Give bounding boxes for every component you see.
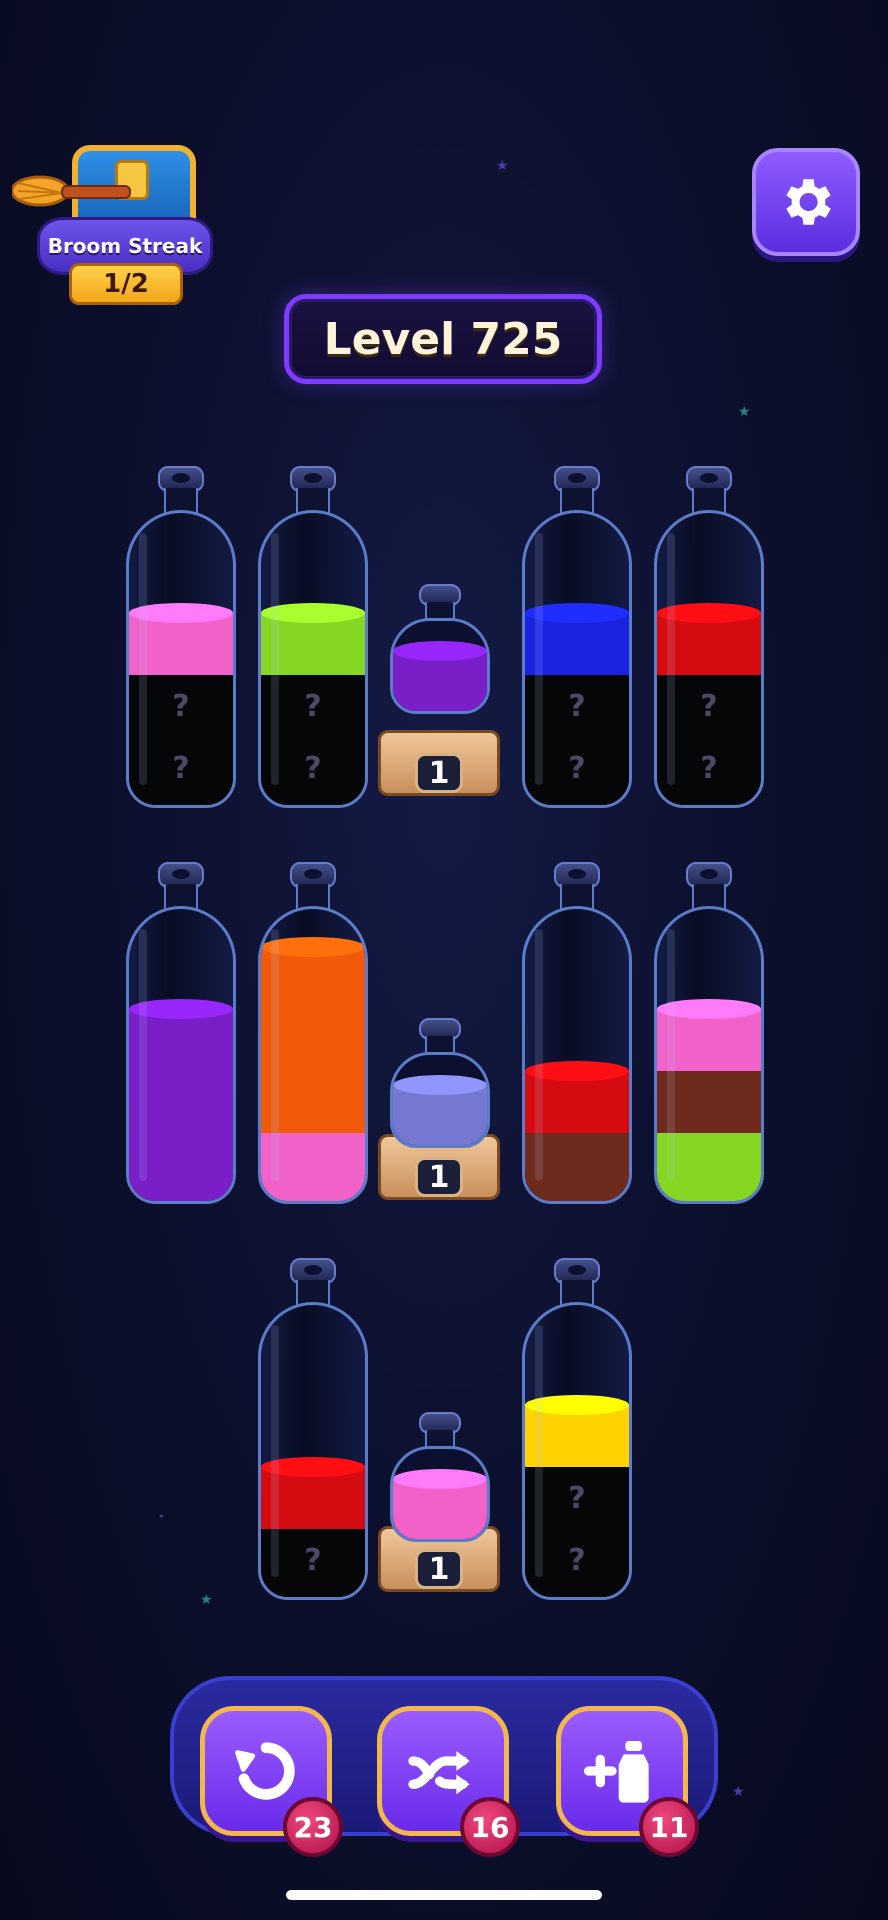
hidden-layer: ? <box>129 675 233 737</box>
bottle-glass: ?? <box>126 510 236 808</box>
hidden-layer: ? <box>261 675 365 737</box>
locked-pedestal: 1 <box>378 730 500 796</box>
liquid-layer-brown <box>657 1071 761 1133</box>
level-banner: Level 725 <box>284 294 602 384</box>
hidden-layer: ? <box>129 737 233 799</box>
hidden-layer: ? <box>525 675 629 737</box>
liquid-layer-purple <box>129 1009 233 1071</box>
liquid-layer-yellow <box>525 1405 629 1467</box>
streak-count: 1/2 <box>69 263 183 305</box>
liquid-layer-red <box>525 1071 629 1133</box>
bottle[interactable]: ?? <box>522 1258 632 1600</box>
bottle[interactable] <box>654 862 764 1204</box>
liquid-layer-periwinkle <box>393 1085 487 1145</box>
undo-icon <box>235 1742 295 1800</box>
bottle[interactable]: ?? <box>654 466 764 808</box>
bottle-glass <box>126 906 236 1204</box>
liquid-layer-green <box>261 613 365 675</box>
pedestal-number: 1 <box>415 753 463 793</box>
add-bottle-count-badge: 11 <box>639 1797 699 1857</box>
bottle[interactable]: ?? <box>258 466 368 808</box>
liquid-layer-green <box>657 1133 761 1195</box>
liquid-layer-orange <box>261 1009 365 1071</box>
hidden-layer: ? <box>261 1529 365 1591</box>
bottle-glass: ?? <box>258 510 368 808</box>
bottle[interactable]: ?? <box>522 466 632 808</box>
star-decoration: ✦ <box>158 1512 165 1521</box>
liquid-layer-purple <box>393 651 487 711</box>
small-jar[interactable] <box>384 1412 494 1542</box>
bottle-glass: ?? <box>522 510 632 808</box>
broom-icon <box>12 175 131 207</box>
hidden-layer: ? <box>525 737 629 799</box>
liquid-layer-purple <box>129 1133 233 1195</box>
liquid-layer-brown <box>525 1133 629 1195</box>
liquid-layer-pink <box>261 1133 365 1195</box>
star-decoration: ★ <box>200 1592 213 1608</box>
bottle-base <box>129 799 233 805</box>
liquid-layer-orange <box>261 1071 365 1133</box>
bottle-base <box>525 1195 629 1201</box>
pedestal-number: 1 <box>415 1549 463 1589</box>
liquid-layer-pink <box>129 613 233 675</box>
liquid-layer-red <box>657 613 761 675</box>
home-indicator <box>286 1890 602 1900</box>
bottle[interactable]: ? <box>258 1258 368 1600</box>
hidden-layer: ? <box>657 737 761 799</box>
add-bottle-icon <box>584 1741 649 1803</box>
liquid-layer-purple <box>129 1071 233 1133</box>
jar-body <box>390 1052 490 1148</box>
hidden-layer: ? <box>657 675 761 737</box>
bottle-glass: ? <box>258 1302 368 1600</box>
liquid-layer-red <box>261 1467 365 1529</box>
bottle[interactable] <box>126 862 236 1204</box>
bottle-glass <box>258 906 368 1204</box>
small-jar[interactable] <box>384 584 494 714</box>
star-decoration: ★ <box>738 404 751 420</box>
bottle-base <box>261 1195 365 1201</box>
bottle-base <box>261 1591 365 1597</box>
bottle-base <box>261 799 365 805</box>
bottle-base <box>525 799 629 805</box>
jar-body <box>390 618 490 714</box>
hidden-layer: ? <box>525 1467 629 1529</box>
bottle-glass: ?? <box>654 510 764 808</box>
bottle[interactable] <box>522 862 632 1204</box>
bottle[interactable]: ?? <box>126 466 236 808</box>
star-decoration: ★ <box>496 158 509 174</box>
shuffle-count-badge: 16 <box>460 1797 520 1857</box>
star-decoration: ★ <box>732 1784 745 1800</box>
broom-streak-widget[interactable]: Broom Streak 1/2 <box>12 115 213 305</box>
bottle-base <box>525 1591 629 1597</box>
liquid-layer-blue <box>525 613 629 675</box>
undo-count-badge: 23 <box>283 1797 343 1857</box>
bottle-glass: ?? <box>522 1302 632 1600</box>
bottle[interactable] <box>258 862 368 1204</box>
hidden-layer: ? <box>525 1529 629 1591</box>
liquid-layer-orange <box>261 947 365 1009</box>
bottle-base <box>657 1195 761 1201</box>
settings-button[interactable] <box>752 148 860 256</box>
pedestal-number: 1 <box>415 1157 463 1197</box>
small-jar[interactable] <box>384 1018 494 1148</box>
jar-body <box>390 1446 490 1542</box>
hidden-layer: ? <box>261 737 365 799</box>
liquid-layer-pink <box>657 1009 761 1071</box>
bottle-glass <box>654 906 764 1204</box>
gear-icon <box>786 179 831 225</box>
bottle-base <box>657 799 761 805</box>
bottle-glass <box>522 906 632 1204</box>
level-label: Level 725 <box>323 313 563 365</box>
bottle-base <box>129 1195 233 1201</box>
liquid-layer-pink <box>393 1479 487 1539</box>
shuffle-icon <box>408 1751 470 1795</box>
